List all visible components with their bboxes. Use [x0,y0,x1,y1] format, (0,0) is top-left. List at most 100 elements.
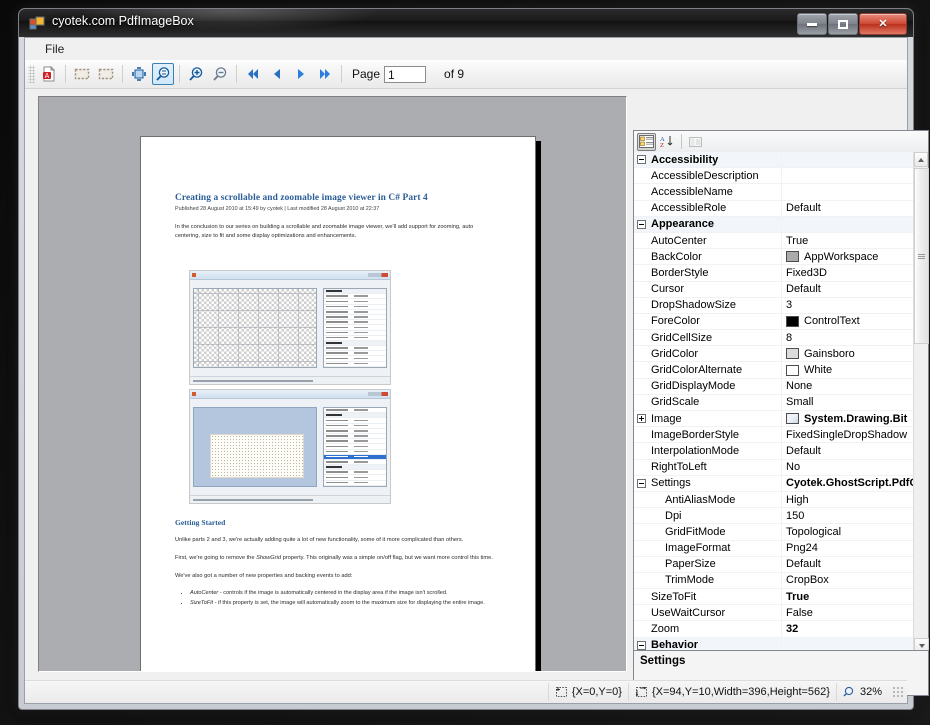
application-window: cyotek.com PdfImageBox ✕ File A Page 1 o… [18,8,929,710]
property-row[interactable]: AutoCenter True [634,232,913,250]
property-value[interactable]: True [781,589,913,605]
property-row[interactable]: RightToLeft No [634,459,913,476]
property-value[interactable]: Fixed3D [781,265,913,281]
property-value[interactable]: Default [781,200,913,216]
fit-to-window-icon[interactable] [128,63,150,85]
property-value[interactable]: Small [781,394,913,410]
expand-icon[interactable] [634,414,649,424]
document-content: Creating a scrollable and zoomable image… [175,193,493,241]
property-row[interactable]: DropShadowSize 3 [634,297,913,314]
close-button[interactable]: ✕ [859,13,907,35]
property-row[interactable]: Cursor Default [634,281,913,298]
property-row[interactable]: ForeColor ControlText [634,313,913,331]
property-row[interactable]: Settings Cyotek.GhostScript.PdfC [634,475,913,492]
property-row[interactable]: Zoom 32 [634,621,913,638]
property-row[interactable]: Image System.Drawing.Bit [634,411,913,428]
property-value[interactable]: 3 [781,297,913,313]
property-value[interactable]: Topological [781,524,913,540]
property-row[interactable]: BorderStyle Fixed3D [634,265,913,282]
property-row[interactable]: InterpolationMode Default [634,443,913,460]
previous-page-icon[interactable] [266,63,288,85]
menu-item-file[interactable]: File [39,41,70,57]
minimize-button[interactable] [797,13,827,35]
zoom-in-icon[interactable] [185,63,207,85]
property-grid[interactable]: A Z Accessibility AccessibleDescription Ac… [633,130,929,654]
property-grid-scrollbar[interactable] [913,152,929,653]
toolbar-grip[interactable] [28,65,35,83]
scroll-up-arrow-icon[interactable] [914,152,928,167]
next-page-icon[interactable] [290,63,312,85]
property-value[interactable]: 150 [781,508,913,524]
property-grid-rows[interactable]: Accessibility AccessibleDescription Access… [634,152,913,653]
property-row[interactable]: AccessibleDescription [634,168,913,185]
property-row[interactable]: BackColor AppWorkspace [634,249,913,266]
property-value[interactable]: AppWorkspace [781,249,913,265]
splitter[interactable] [628,96,632,672]
collapse-icon[interactable] [634,219,649,229]
property-row[interactable]: UseWaitCursor False [634,605,913,622]
property-value[interactable]: ControlText [781,313,913,330]
property-row[interactable]: AntiAliasMode High [634,491,913,509]
property-row[interactable]: GridColor Gainsboro [634,346,913,363]
property-row[interactable]: ImageBorderStyle FixedSingleDropShadow [634,427,913,444]
categorized-view-button[interactable] [637,132,656,151]
resize-grip[interactable] [892,686,904,698]
collapse-icon[interactable] [634,640,649,650]
property-category-row[interactable]: Appearance [634,216,913,233]
zoom-to-fit-icon[interactable] [152,63,174,85]
app-icon [29,15,45,31]
first-page-icon[interactable] [242,63,264,85]
property-value[interactable]: System.Drawing.Bit [781,411,913,427]
property-row[interactable]: ImageFormat Png24 [634,540,913,557]
page-number-input[interactable]: 1 [384,65,427,83]
open-pdf-icon[interactable]: A [38,63,60,85]
property-row[interactable]: GridColorAlternate White [634,362,913,379]
property-value[interactable]: None [781,378,913,394]
property-value[interactable]: False [781,605,913,621]
property-row[interactable]: Dpi 150 [634,508,913,525]
property-value[interactable] [781,152,913,168]
property-value[interactable]: Default [781,281,913,297]
property-row[interactable]: AccessibleName [634,184,913,201]
property-value[interactable]: No [781,459,913,475]
zoom-out-icon[interactable] [209,63,231,85]
doc-paragraph-3: We've also got a number of new propertie… [175,573,353,579]
property-value[interactable] [781,216,913,232]
pdf-page[interactable]: Creating a scrollable and zoomable image… [140,136,536,671]
property-value[interactable]: 32 [781,621,913,637]
property-value[interactable]: Cyotek.GhostScript.PdfC [781,475,913,491]
property-value[interactable]: CropBox [781,572,913,589]
property-row[interactable]: GridCellSize 8 [634,330,913,347]
property-value[interactable]: High [781,491,913,508]
property-value[interactable]: Default [781,556,913,572]
alphabetical-sort-button[interactable]: A Z [657,133,676,151]
property-value[interactable] [781,168,913,184]
property-row[interactable]: GridDisplayMode None [634,378,913,395]
maximize-button[interactable] [828,13,858,35]
property-pages-button[interactable] [686,133,705,151]
property-row[interactable]: SizeToFit True [634,589,913,606]
property-value[interactable]: True [781,232,913,249]
title-bar[interactable]: cyotek.com PdfImageBox ✕ [19,9,913,37]
property-value[interactable] [781,184,913,200]
scrollbar-thumb[interactable] [914,168,929,344]
property-row[interactable]: TrimMode CropBox [634,572,913,590]
collapse-icon[interactable] [634,478,649,488]
property-value[interactable]: Default [781,443,913,459]
last-page-icon[interactable] [314,63,336,85]
property-row[interactable]: PaperSize Default [634,556,913,573]
property-value[interactable]: 8 [781,330,913,346]
property-value[interactable]: White [781,362,913,378]
property-category-row[interactable]: Accessibility [634,152,913,169]
collapse-icon[interactable] [634,155,649,165]
property-value[interactable]: Png24 [781,540,913,556]
pdf-image-viewer[interactable]: Creating a scrollable and zoomable image… [38,96,627,672]
property-value[interactable]: Gainsboro [781,346,913,362]
property-value[interactable]: FixedSingleDropShadow [781,427,913,443]
viewer-canvas[interactable]: Creating a scrollable and zoomable image… [39,97,626,671]
select-all-icon[interactable] [95,63,117,85]
select-region-icon[interactable] [71,63,93,85]
property-row[interactable]: GridScale Small [634,394,913,411]
property-row[interactable]: AccessibleRole Default [634,200,913,217]
property-row[interactable]: GridFitMode Topological [634,524,913,541]
